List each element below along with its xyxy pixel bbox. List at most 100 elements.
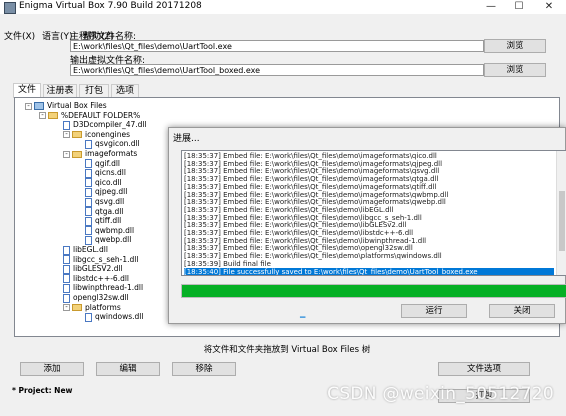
tree-file-item[interactable]: qwbmp.dll <box>85 226 134 236</box>
log-line: [18:35:37] Embed file: E:\work\files\Qt_… <box>184 236 427 245</box>
build-log[interactable]: [18:35:40] File successfully saved to E:… <box>181 150 566 276</box>
tree-item-label: imageformats <box>85 149 138 158</box>
tree-file-item[interactable]: opengl32sw.dll <box>63 293 129 303</box>
tree-file-item[interactable]: qgif.dll <box>85 159 120 169</box>
tree-file-item[interactable]: qtga.dll <box>85 207 123 217</box>
tree-item-label: libstdc++-6.dll <box>73 273 130 283</box>
minimize-button[interactable]: — <box>476 0 506 14</box>
log-line: [18:35:37] Embed file: E:\work\files\Qt_… <box>184 205 394 214</box>
progress-bar <box>181 284 566 298</box>
tree-file-item[interactable]: libGLESV2.dll <box>63 264 123 274</box>
tree-folder-item[interactable]: - iconengines <box>63 130 130 140</box>
file-icon <box>63 120 70 130</box>
tree-root-item[interactable]: - Virtual Box Files <box>25 101 107 111</box>
dialog-title: 进展... <box>173 134 200 144</box>
file-icon <box>63 274 70 284</box>
tree-file-item[interactable]: qsvgicon.dll <box>85 139 140 149</box>
tree-item-label: opengl32sw.dll <box>73 293 129 302</box>
progress-fill <box>182 285 566 297</box>
project-status: * Project: New <box>12 386 73 395</box>
file-icon <box>85 139 92 149</box>
log-scroll-thumb[interactable] <box>559 191 565 251</box>
app-logo-icon <box>4 2 16 14</box>
file-icon <box>85 197 92 207</box>
folder-icon <box>72 131 82 139</box>
tree-file-item[interactable]: libEGL.dll <box>63 245 108 255</box>
file-icon <box>63 283 70 293</box>
file-icon <box>85 168 92 178</box>
tree-file-item[interactable]: libwinpthread-1.dll <box>63 283 143 293</box>
tree-file-item[interactable]: qwindows.dll <box>85 312 143 322</box>
remove-button[interactable]: 移除 <box>172 362 236 376</box>
maximize-button[interactable]: ☐ <box>504 0 534 14</box>
file-icon <box>63 245 70 255</box>
file-icon <box>63 255 70 265</box>
add-button[interactable]: 添加 <box>20 362 84 376</box>
run-button[interactable]: 运行 <box>401 304 467 318</box>
collapse-toggle-icon[interactable]: - <box>63 131 70 139</box>
tree-file-item[interactable]: qjpeg.dll <box>85 187 127 197</box>
tree-item-label: Virtual Box Files <box>47 101 107 110</box>
collapse-toggle-icon[interactable]: - <box>25 102 32 110</box>
menu-file[interactable]: 文件(X) <box>4 29 35 42</box>
tree-item-label: D3Dcompiler_47.dll <box>73 120 147 130</box>
file-icon <box>63 293 70 303</box>
file-icon <box>85 187 92 197</box>
browse-output-button[interactable]: 浏览 <box>484 63 546 77</box>
file-icon <box>85 159 92 169</box>
tab-files[interactable]: 文件 <box>13 83 41 98</box>
edit-button[interactable]: 编辑 <box>96 362 160 376</box>
collapse-toggle-icon[interactable]: - <box>39 112 46 120</box>
file-icon <box>63 264 70 274</box>
tree-item-label: qsvgicon.dll <box>95 139 140 149</box>
menu-bar: 文件(X) 语言(Y) 帮助(Z) <box>0 14 566 42</box>
close-button[interactable]: ✕ <box>534 0 564 14</box>
collapse-toggle-icon[interactable]: - <box>63 304 70 312</box>
log-line: [18:35:37] Embed file: E:\work\files\Qt_… <box>184 167 440 176</box>
tree-item-label: qwebp.dll <box>95 235 132 245</box>
drop-hint: 将文件和文件夹拖放到 Virtual Box Files 树 <box>203 345 371 355</box>
log-line: [18:35:37] Embed file: E:\work\files\Qt_… <box>184 213 422 222</box>
file-icon <box>85 312 92 322</box>
tree-file-item[interactable]: libstdc++-6.dll <box>63 274 129 284</box>
tree-folder-item[interactable]: - %DEFAULT FOLDER% <box>39 111 140 121</box>
tab-options[interactable]: 选项 <box>111 84 139 97</box>
output-file-field[interactable]: E:\work\files\Qt_files\demo\UartTool_box… <box>70 64 484 76</box>
tree-item-label: libwinpthread-1.dll <box>73 283 144 293</box>
tree-file-item[interactable]: D3Dcompiler_47.dll <box>63 120 147 130</box>
tree-item-label: %DEFAULT FOLDER% <box>61 110 141 120</box>
file-icon <box>85 207 92 217</box>
tree-file-item[interactable]: qicns.dll <box>85 168 126 178</box>
log-scrollbar[interactable] <box>556 151 566 275</box>
collapse-toggle-icon[interactable]: - <box>63 150 70 158</box>
tree-folder-item[interactable]: - imageformats <box>63 149 137 159</box>
tree-item-label: libGLESV2.dll <box>73 264 123 274</box>
tree-file-item[interactable]: qtiff.dll <box>85 216 121 226</box>
folder-icon <box>72 304 82 312</box>
menu-language[interactable]: 语言(Y) <box>42 29 73 42</box>
tree-item-label: qtga.dll <box>95 206 124 216</box>
tree-item-label: qjpeg.dll <box>95 187 128 197</box>
log-line: [18:35:37] Embed file: E:\work\files\Qt_… <box>184 190 449 199</box>
tree-item-label: platforms <box>85 302 121 312</box>
tree-folder-item[interactable]: - platforms <box>63 303 121 313</box>
file-options-button[interactable]: 文件选项 <box>438 362 530 376</box>
tab-packaging[interactable]: 打包 <box>79 84 109 97</box>
tree-file-item[interactable]: libgcc_s_seh-1.dll <box>63 255 138 265</box>
tree-file-item[interactable]: qico.dll <box>85 178 122 188</box>
input-file-field[interactable]: E:\work\files\Qt_files\demo\UartTool.exe <box>70 40 484 52</box>
window-title: Enigma Virtual Box 7.90 Build 20171208 <box>19 1 202 11</box>
tree-file-item[interactable]: qsvg.dll <box>85 197 124 207</box>
file-icon <box>85 216 92 226</box>
tree-item-label: qwbmp.dll <box>95 225 135 235</box>
tree-item-label: libgcc_s_seh-1.dll <box>73 254 139 264</box>
file-icon <box>85 226 92 236</box>
tab-registry[interactable]: 注册表 <box>43 84 77 97</box>
dialog-close-button[interactable]: 关闭 <box>489 304 555 318</box>
tree-item-label: qico.dll <box>95 177 122 187</box>
tree-file-item[interactable]: qwebp.dll <box>85 235 131 245</box>
folder-icon <box>48 112 58 120</box>
cursor-icon: ▁ <box>300 310 306 318</box>
log-line: [18:35:39] Build final file <box>184 259 271 268</box>
browse-input-button[interactable]: 浏览 <box>484 39 546 53</box>
